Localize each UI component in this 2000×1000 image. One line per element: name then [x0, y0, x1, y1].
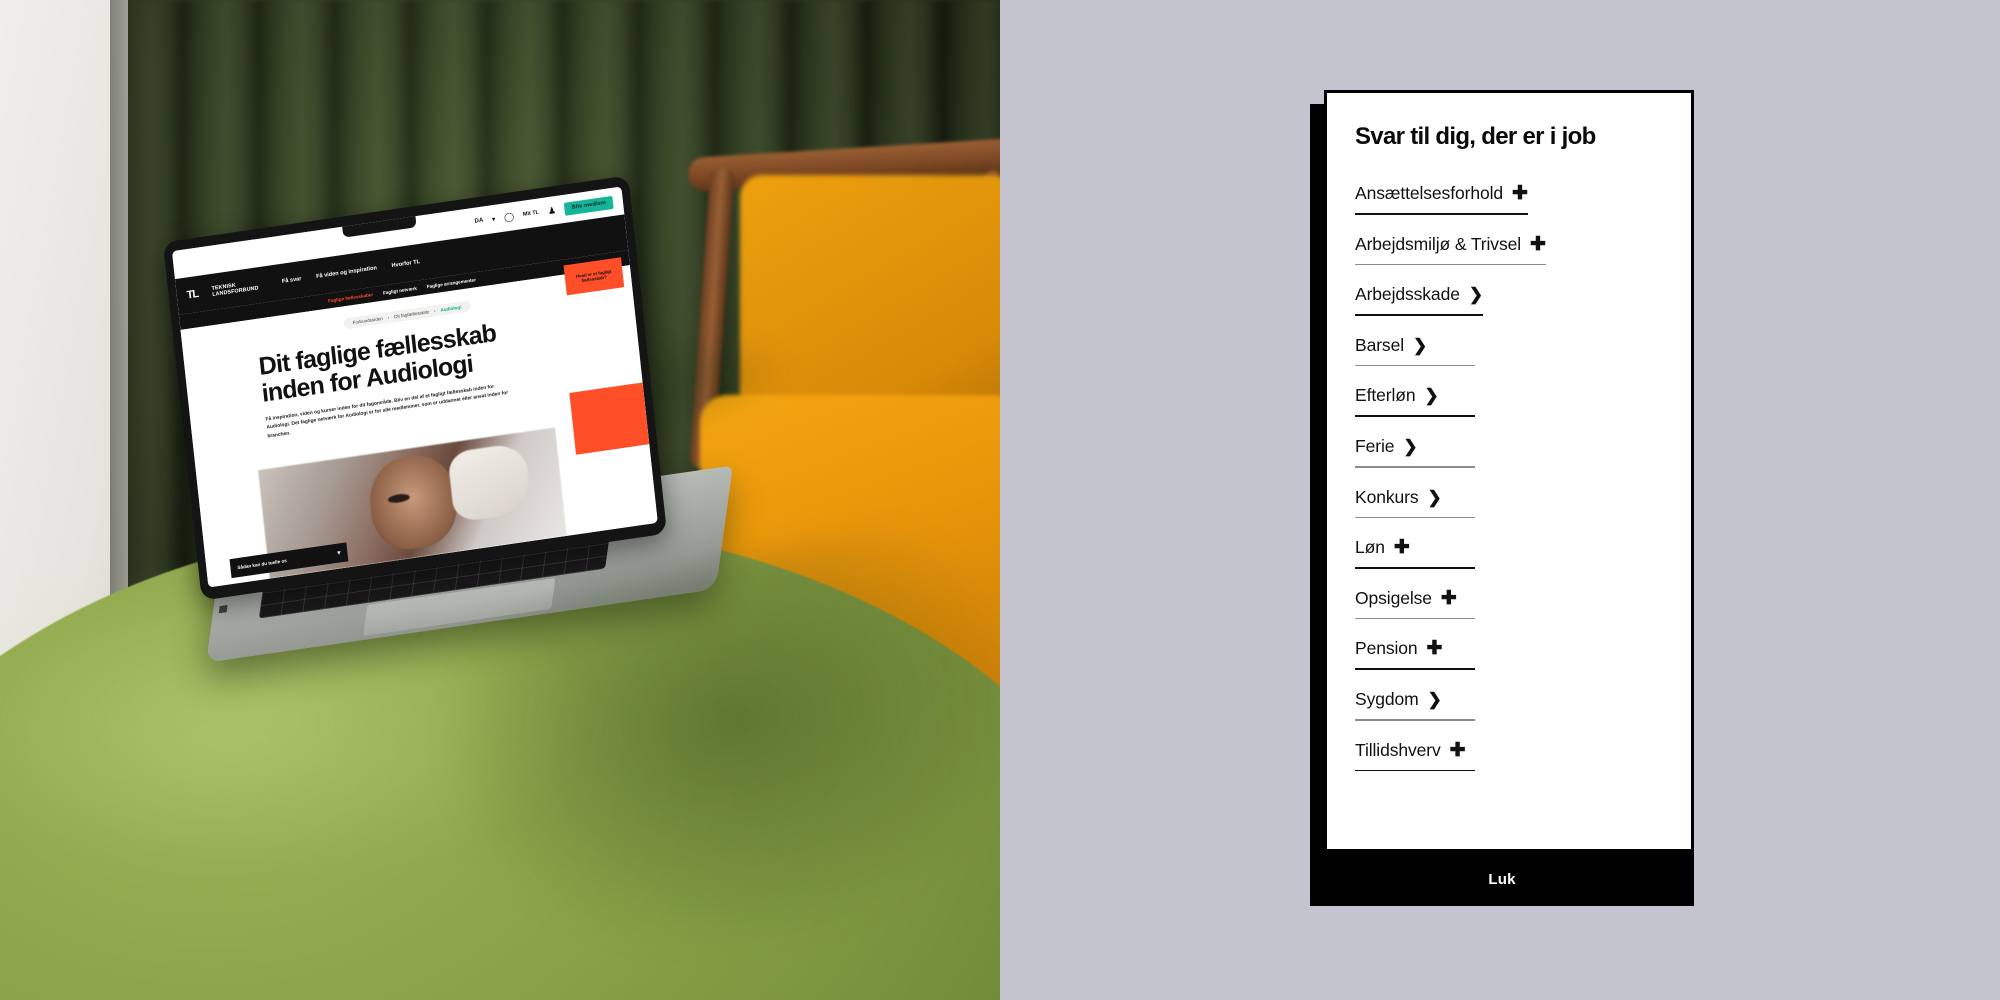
- list-item-divider: [1355, 617, 1475, 620]
- breadcrumb-item-0[interactable]: Forbundssiden: [352, 316, 383, 325]
- list-item-divider: [1355, 516, 1475, 519]
- list-item-divider: [1355, 668, 1475, 670]
- laptop-lid: DA ▾ ◯ Mit TL ♟ Bliv medlem TL TEKNISK L…: [162, 175, 668, 601]
- chevron-right-icon[interactable]: ❯: [1428, 489, 1442, 506]
- list-item-content: Opsigelse ✚: [1355, 588, 1475, 609]
- hero-image-hand: [447, 441, 532, 523]
- list-item-label: Konkurs: [1355, 486, 1419, 507]
- list-item[interactable]: Barsel ❯: [1355, 325, 1475, 376]
- list-item-divider: [1355, 465, 1475, 468]
- mit-tl-link[interactable]: Mit TL: [523, 210, 540, 218]
- plus-icon[interactable]: ✚: [1450, 741, 1466, 760]
- svar-dialog: Svar til dig, der er i job Ansættelsesfo…: [1310, 90, 1694, 910]
- breadcrumb-item-1[interactable]: Dit fagfællesskab: [394, 309, 429, 319]
- list-item-label: Løn: [1355, 537, 1385, 558]
- list-item-label: Opsigelse: [1355, 587, 1432, 608]
- topic-list: Ansættelsesforhold ✚ Arbejdsmiljø & Trivse…: [1355, 173, 1691, 780]
- list-item[interactable]: Løn ✚: [1355, 527, 1475, 578]
- subnav-item-0[interactable]: Faglige fællesskaber: [328, 292, 374, 303]
- list-item-content: Efterløn ❯: [1355, 385, 1475, 406]
- user-icon[interactable]: ♟: [547, 205, 556, 217]
- breadcrumb-item-2[interactable]: Audiologi: [440, 305, 462, 313]
- list-item-content: Ansættelsesforhold ✚: [1355, 183, 1528, 204]
- list-item-content: Barsel ❯: [1355, 335, 1475, 356]
- dialog-footer: Luk: [1310, 852, 1694, 906]
- list-item[interactable]: Efterløn ❯: [1355, 375, 1475, 426]
- chevron-right-icon[interactable]: ❯: [1413, 337, 1427, 354]
- chevron-right-icon[interactable]: ❯: [1428, 691, 1442, 708]
- list-item-divider: [1355, 314, 1484, 316]
- nav-item-1[interactable]: Få viden og inspiration: [316, 265, 377, 280]
- list-item-divider: [1355, 415, 1475, 417]
- list-item[interactable]: Ferie ❯: [1355, 426, 1475, 477]
- list-item-divider: [1355, 263, 1546, 266]
- subnav-item-1[interactable]: Fagligt netværk: [383, 286, 417, 296]
- list-item[interactable]: Tillidshverv ✚: [1355, 730, 1475, 781]
- nav-item-0[interactable]: Få svar: [282, 276, 302, 285]
- tl-logo-text[interactable]: TEKNISK LANDSFORBUND: [211, 279, 259, 298]
- list-item[interactable]: Ansættelsesforhold ✚: [1355, 173, 1528, 224]
- list-item-label: Barsel: [1355, 334, 1405, 355]
- list-item-content: Pension ✚: [1355, 638, 1475, 659]
- chevron-right-icon[interactable]: ❯: [1424, 387, 1438, 404]
- chevron-right-icon[interactable]: ❯: [1469, 286, 1483, 303]
- list-item-content: Løn ✚: [1355, 537, 1475, 558]
- list-item-label: Sygdom: [1355, 688, 1419, 709]
- list-item-label: Ferie: [1355, 435, 1395, 456]
- list-item-divider: [1355, 364, 1475, 367]
- list-item-content: Arbejdsmiljø & Trivsel ✚: [1355, 234, 1546, 255]
- list-item-label: Tillidshverv: [1355, 739, 1441, 760]
- page-title: Svar til dig, der er i job: [1355, 123, 1596, 150]
- plus-icon[interactable]: ✚: [1394, 538, 1410, 557]
- breadcrumb-sep-1: ›: [433, 308, 436, 314]
- chevron-down-icon: ▾: [491, 216, 496, 223]
- hero-title: Dit faglige fællesskab inden for Audiolo…: [257, 318, 498, 408]
- laptop-screen: DA ▾ ◯ Mit TL ♟ Bliv medlem TL TEKNISK L…: [171, 186, 658, 588]
- list-item-label: Ansættelsesforhold: [1355, 183, 1504, 203]
- list-item[interactable]: Sygdom ❯: [1355, 679, 1475, 730]
- list-item-label: Pension: [1355, 638, 1418, 659]
- join-member-button[interactable]: Bliv medlem: [564, 195, 614, 216]
- cookie-bar-label: Sådan kan du tuelle os: [237, 558, 288, 571]
- plus-icon[interactable]: ✚: [1530, 235, 1546, 254]
- list-item[interactable]: Opsigelse ✚: [1355, 578, 1475, 629]
- site-main-nav: Få svar Få viden og inspiration Hvorfor …: [282, 259, 421, 285]
- plus-icon[interactable]: ✚: [1512, 184, 1528, 203]
- list-item[interactable]: Pension ✚: [1355, 628, 1475, 679]
- tl-logo-mark[interactable]: TL: [186, 288, 199, 302]
- list-item-content: Tillidshverv ✚: [1355, 740, 1475, 761]
- list-item-content: Ferie ❯: [1355, 436, 1475, 457]
- list-item-divider: [1355, 718, 1475, 721]
- hero-red-block: [569, 382, 650, 455]
- list-item-divider: [1355, 567, 1475, 569]
- list-item-divider: [1355, 769, 1475, 772]
- list-item-divider: [1355, 213, 1528, 215]
- list-item-content: Arbejdsskade ❯: [1355, 284, 1483, 305]
- list-item-content: Konkurs ❯: [1355, 487, 1475, 508]
- chevron-right-icon[interactable]: ❯: [1403, 438, 1417, 455]
- plus-icon[interactable]: ✚: [1427, 639, 1443, 658]
- language-selector[interactable]: DA: [474, 218, 483, 225]
- search-icon[interactable]: ◯: [503, 211, 514, 223]
- chevron-down-icon[interactable]: ▾: [337, 549, 341, 556]
- close-button[interactable]: Luk: [1488, 871, 1515, 888]
- hero-image-face: [365, 450, 461, 555]
- plus-icon[interactable]: ✚: [1441, 589, 1457, 608]
- list-item[interactable]: Konkurs ❯: [1355, 477, 1475, 528]
- list-item[interactable]: Arbejdsmiljø & Trivsel ✚: [1355, 224, 1546, 275]
- list-item-label: Arbejdsmiljø & Trivsel: [1355, 233, 1522, 254]
- list-item-content: Sygdom ❯: [1355, 689, 1475, 710]
- list-item[interactable]: Arbejdsskade ❯: [1355, 274, 1484, 325]
- breadcrumb-sep-0: ›: [387, 314, 390, 321]
- list-item-label: Arbejdsskade: [1355, 284, 1460, 305]
- dialog-card: Svar til dig, der er i job Ansættelsesfo…: [1324, 90, 1694, 852]
- product-photo: DA ▾ ◯ Mit TL ♟ Bliv medlem TL TEKNISK L…: [0, 0, 1000, 1000]
- nav-item-2[interactable]: Hvorfor TL: [391, 259, 420, 269]
- list-item-label: Efterløn: [1355, 385, 1416, 406]
